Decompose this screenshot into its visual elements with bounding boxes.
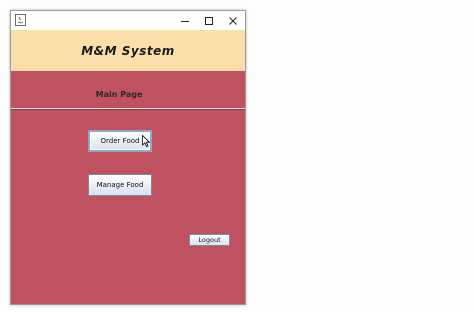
maximize-button[interactable]: [197, 11, 221, 30]
close-button[interactable]: [221, 11, 245, 30]
minimize-button[interactable]: [173, 11, 197, 30]
logout-button[interactable]: Logout: [189, 234, 230, 246]
close-icon: [229, 16, 237, 25]
separator: [11, 108, 245, 110]
maximize-icon: [205, 16, 213, 25]
mouse-pointer-icon: [142, 135, 151, 147]
minimize-icon: [181, 20, 189, 22]
app-title: M&M System: [81, 43, 175, 58]
app-window: M&M System Main Page Order Food Manage F…: [10, 10, 246, 305]
header-banner: M&M System: [11, 30, 245, 71]
title-bar[interactable]: [11, 11, 245, 30]
page-title: Main Page: [95, 90, 143, 99]
manage-food-button[interactable]: Manage Food: [88, 174, 152, 196]
java-app-icon: [15, 14, 26, 26]
